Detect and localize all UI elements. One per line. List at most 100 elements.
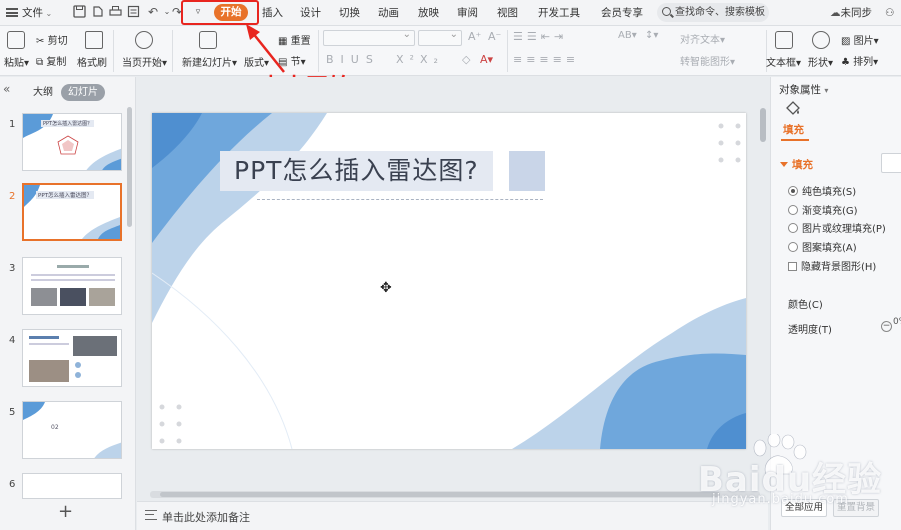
save-icon[interactable] [72, 5, 86, 19]
hide-background-checkbox[interactable]: 隐藏背景图形(H) [788, 258, 876, 273]
brush-icon [85, 31, 103, 49]
transparency-value[interactable]: 0% [893, 317, 901, 327]
text-box-icon [775, 31, 793, 49]
picture-icon: ▨ [841, 36, 851, 47]
tab-member[interactable]: 会员专享 [601, 0, 643, 26]
gradient-fill-radio[interactable]: 渐变填充(G) [788, 202, 858, 217]
font-grow-icon[interactable]: A⁺ [468, 30, 481, 43]
file-menu-label: 文件 [22, 7, 43, 19]
tab-fill[interactable]: 填充 [783, 122, 804, 137]
slide-thumbnail-5[interactable]: 02 [22, 401, 122, 459]
align-text-button[interactable]: 对齐文本▾ [680, 31, 725, 46]
tab-animation[interactable]: 动画 [378, 0, 399, 26]
menu-bar: 文件 ⌄ ↶ ⌄ ↷ ▿ 开始 插入 设计 切换 动画 放映 审阅 视图 开发工… [0, 0, 901, 26]
shape-icon [812, 31, 830, 49]
tab-view[interactable]: 视图 [497, 0, 518, 26]
notes-bar[interactable]: 单击此处添加备注 [137, 501, 768, 530]
play-from-current-button[interactable]: 当页开始▾ [122, 54, 167, 69]
picture-fill-radio[interactable]: 图片或纹理填充(P) [788, 220, 886, 235]
color-label: 颜色(C) [788, 300, 823, 311]
command-search[interactable]: 查找命令、搜索模板 [657, 3, 769, 22]
paste-button[interactable]: 粘贴▾ [4, 54, 29, 69]
play-label: 当页开始 [122, 58, 162, 69]
fill-color-swatch[interactable] [881, 153, 901, 173]
slide-thumbnail-2[interactable]: PPT怎么插入雷达图？ [22, 183, 122, 241]
slide-thumbnail-4[interactable] [22, 329, 122, 387]
slide-number: 5 [9, 407, 16, 418]
thumbnail-text-bar [57, 265, 89, 268]
paint-bucket-icon[interactable] [785, 101, 801, 115]
paste-label: 粘贴 [4, 58, 24, 69]
tab-transition[interactable]: 切换 [339, 0, 360, 26]
baidu-watermark: Baidu经验 jingyan.baidu.com [698, 434, 898, 530]
shape-button[interactable]: 形状▾ [808, 54, 833, 69]
transparency-label: 透明度(T) [788, 325, 832, 336]
print-icon[interactable] [108, 5, 122, 19]
add-slide-button[interactable]: + [58, 501, 73, 522]
divider [318, 30, 319, 72]
font-family-select[interactable] [323, 29, 415, 46]
text-box-button[interactable]: 文本框▾ [766, 54, 801, 69]
cut-button[interactable]: ✂ 剪切 [36, 32, 68, 47]
cut-label: 剪切 [47, 36, 68, 47]
picture-button[interactable]: ▨ 图片▾ [841, 32, 879, 47]
thumbnail-scrollbar[interactable] [127, 107, 132, 227]
arrange-label: 排列 [853, 57, 874, 68]
transparency-decrease-button[interactable]: − [881, 321, 892, 332]
share-icon[interactable]: ⚇ [885, 0, 894, 26]
option-label: 图片或纹理填充(P) [802, 224, 886, 235]
tab-underline [781, 139, 809, 141]
thumbnail-title: PPT怎么插入雷达图？ [36, 191, 94, 199]
option-label: 图案填充(A) [802, 243, 857, 254]
file-menu[interactable]: 文件 ⌄ [6, 0, 52, 26]
divider [172, 30, 173, 72]
tab-slides[interactable]: 幻灯片 [61, 84, 105, 101]
slide-canvas-area: PPT怎么插入雷达图? ✥ [137, 77, 768, 497]
option-label: 纯色填充(S) [802, 187, 857, 198]
slide-canvas[interactable]: PPT怎么插入雷达图? ✥ [152, 113, 746, 449]
undo-icon[interactable]: ↶ [146, 5, 160, 19]
tab-developer[interactable]: 开发工具 [538, 0, 580, 26]
font-style-buttons[interactable]: BIUS [326, 53, 380, 66]
radio-unchecked [788, 223, 798, 233]
list-buttons[interactable]: ☰☰⇤⇥ [513, 30, 567, 43]
new-slide-button[interactable]: 新建幻灯片▾ [182, 54, 237, 69]
font-shrink-icon[interactable]: A⁻ [488, 30, 501, 43]
tab-outline[interactable]: 大纲 [26, 84, 60, 101]
scrollbar-thumb[interactable] [160, 492, 720, 497]
font-effect-buttons[interactable]: X²X₂ [396, 53, 444, 66]
slide-title[interactable]: PPT怎么插入雷达图? [220, 151, 493, 191]
solid-fill-radio[interactable]: 纯色填充(S) [788, 183, 856, 198]
panel-title-label: 对象属性 [779, 84, 821, 96]
pattern-fill-radio[interactable]: 图案填充(A) [788, 239, 857, 254]
canvas-horizontal-scrollbar[interactable] [150, 491, 760, 498]
slide-thumbnail-1[interactable]: PPT怎么插入雷达图？ [22, 113, 122, 171]
tab-design[interactable]: 设计 [300, 0, 321, 26]
slide-thumbnail-6[interactable] [22, 473, 122, 499]
format-painter-button[interactable]: 格式刷 [77, 54, 107, 69]
preview-icon[interactable] [126, 5, 140, 19]
text-direction-icon[interactable]: AB▾ [618, 30, 637, 41]
line-spacing-icon[interactable]: ↕▾ [645, 30, 658, 41]
thumbnail-text-bar [31, 274, 115, 276]
notes-placeholder[interactable]: 单击此处添加备注 [162, 509, 250, 525]
copy-button[interactable]: ⧉ 复制 [36, 53, 66, 68]
fill-section-header[interactable]: 填充 [780, 157, 813, 172]
font-color-icon[interactable]: A▾ [480, 53, 493, 66]
export-icon[interactable] [90, 5, 104, 19]
font-size-select[interactable] [418, 29, 462, 46]
thumbnail-image [60, 288, 86, 306]
arrange-button[interactable]: ♣ 排列▾ [841, 53, 878, 68]
slide-thumbnail-3[interactable] [22, 257, 122, 315]
tab-review[interactable]: 审阅 [457, 0, 478, 26]
search-icon [662, 7, 671, 16]
clear-format-icon[interactable]: ◇ [462, 53, 470, 66]
new-slide-label: 新建幻灯片 [182, 58, 232, 69]
sync-status[interactable]: ☁未同步 [830, 0, 872, 26]
arrange-icon: ♣ [841, 57, 850, 68]
align-buttons[interactable]: ≡≡≡≡≡ [513, 53, 579, 66]
smart-shape-button[interactable]: 转智能图形▾ [680, 53, 735, 68]
collapse-panel-icon[interactable]: « [3, 82, 10, 96]
canvas-vertical-scrollbar[interactable] [760, 108, 766, 142]
tab-slideshow[interactable]: 放映 [418, 0, 439, 26]
